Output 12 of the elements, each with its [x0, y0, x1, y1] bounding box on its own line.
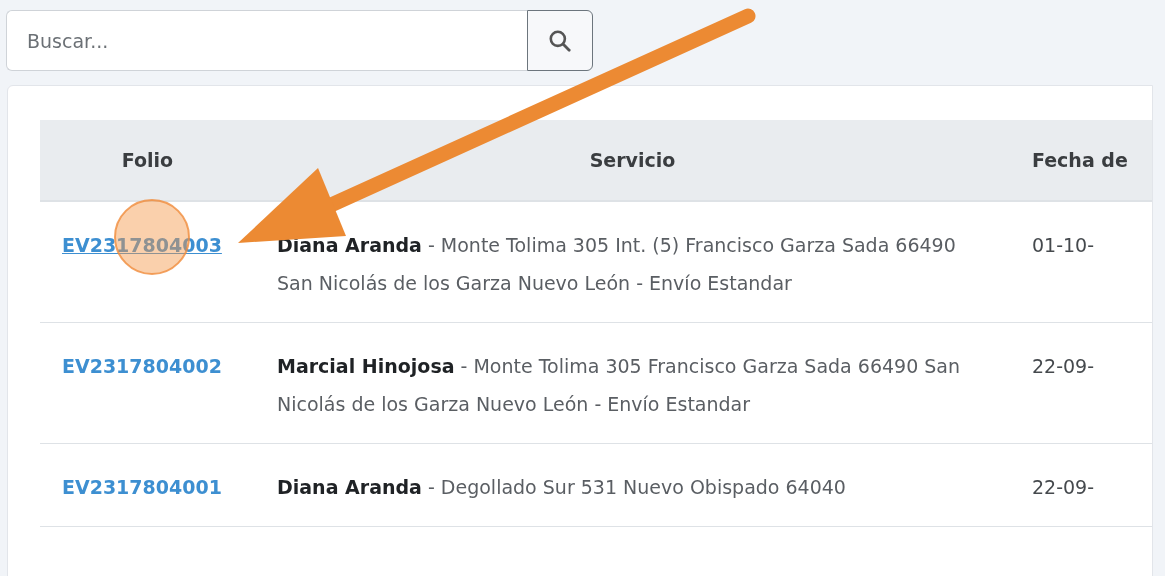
- column-header: Folio: [121, 149, 174, 171]
- folio-link[interactable]: EV2317804001: [62, 476, 222, 498]
- column-header: Fecha de: [1031, 149, 1129, 171]
- date-text: 22-09-: [1032, 476, 1095, 498]
- date-text: 22-09-: [1032, 355, 1095, 377]
- column-header: Servicio: [589, 149, 676, 171]
- service-text: Diana Aranda - Degollado Sur 531 Nuevo Obispado 64040: [277, 475, 847, 500]
- folio-link[interactable]: EV2317804002: [62, 355, 222, 377]
- search-button[interactable]: [527, 10, 593, 71]
- date-text: 01-10-: [1032, 234, 1095, 256]
- service-text: Marcial Hinojosa - Monte Tolima 305 Francisco Garza Sada 66490 San Nicolás de los Garza Nuevo León - Envío Estandar: [277, 354, 962, 417]
- search-field[interactable]: Buscar...: [6, 10, 527, 71]
